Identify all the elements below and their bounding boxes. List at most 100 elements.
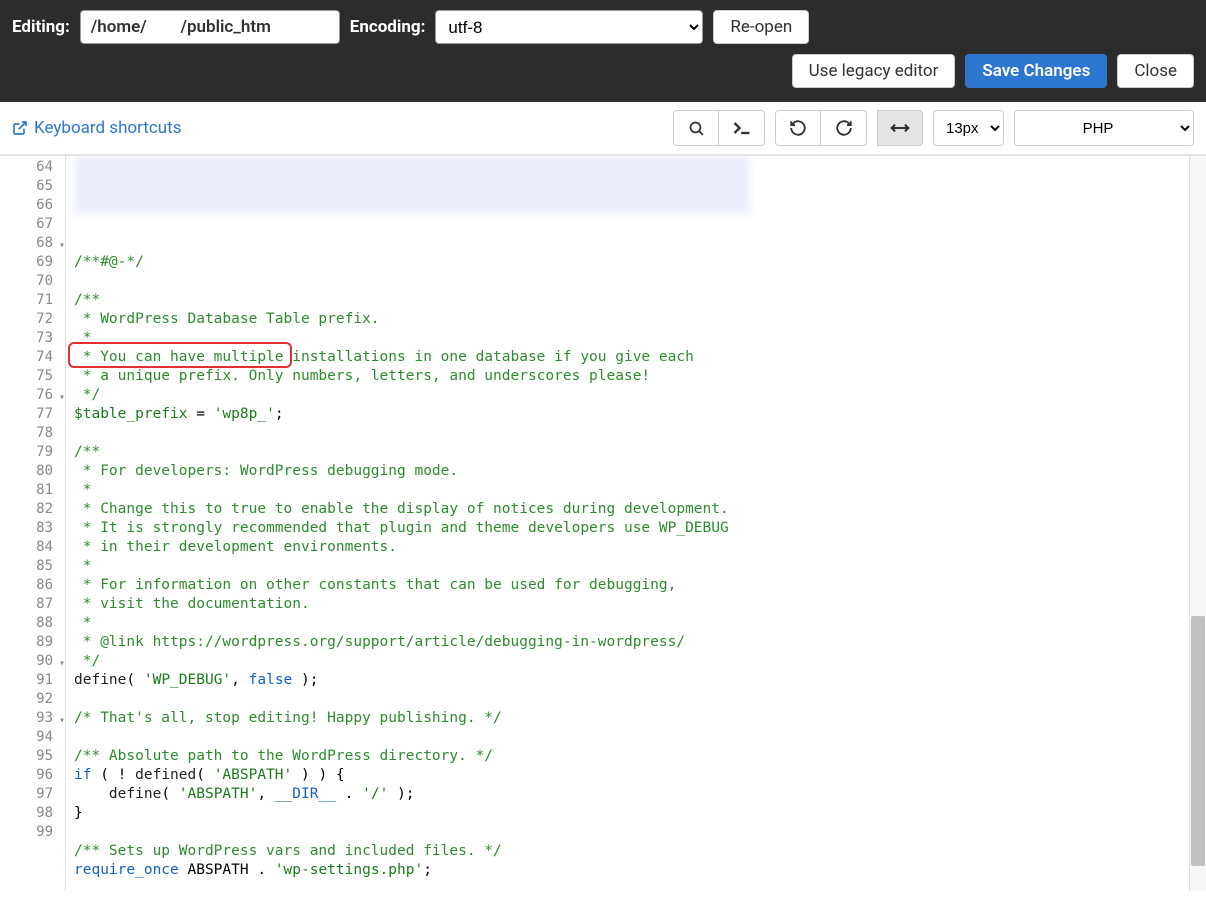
gutter-line: 90▾: [0, 652, 65, 671]
search-button[interactable]: [673, 110, 719, 146]
editing-label: Editing:: [12, 17, 70, 37]
gutter-line: 86: [0, 576, 65, 595]
gutter-line: 67: [0, 215, 65, 234]
vertical-scrollbar[interactable]: [1189, 156, 1206, 891]
line-gutter: 6465666768▾6970717273747576▾777879808182…: [0, 156, 66, 891]
file-path-input[interactable]: [80, 10, 340, 44]
code-line[interactable]: define( 'ABSPATH', __DIR__ . '/' );: [66, 785, 1189, 804]
code-line[interactable]: * WordPress Database Table prefix.: [66, 310, 1189, 329]
gutter-line: 89: [0, 633, 65, 652]
gutter-line: 77: [0, 405, 65, 424]
code-line[interactable]: *: [66, 481, 1189, 500]
language-select[interactable]: PHP: [1014, 110, 1194, 146]
code-line[interactable]: */: [66, 652, 1189, 671]
gutter-line: 91: [0, 671, 65, 690]
search-group: [673, 110, 765, 146]
prompt-icon: [732, 121, 752, 135]
gutter-line: 87: [0, 595, 65, 614]
code-line[interactable]: $table_prefix = 'wp8p_';: [66, 405, 1189, 424]
keyboard-shortcuts-label: Keyboard shortcuts: [34, 118, 181, 138]
gutter-line: 99: [0, 823, 65, 842]
code-line[interactable]: * For developers: WordPress debugging mo…: [66, 462, 1189, 481]
save-changes-button[interactable]: Save Changes: [965, 54, 1107, 88]
code-line[interactable]: /**: [66, 291, 1189, 310]
code-line[interactable]: }: [66, 804, 1189, 823]
gutter-line: 94: [0, 728, 65, 747]
wrap-icon: [890, 121, 910, 135]
gutter-line: 83: [0, 519, 65, 538]
wrap-group: [877, 110, 923, 146]
code-line[interactable]: * For information on other constants tha…: [66, 576, 1189, 595]
wrap-toggle-button[interactable]: [877, 110, 923, 146]
encoding-label: Encoding:: [350, 17, 426, 37]
gutter-line: 68▾: [0, 234, 65, 253]
code-line[interactable]: * visit the documentation.: [66, 595, 1189, 614]
gutter-line: 72: [0, 310, 65, 329]
gutter-line: 70: [0, 272, 65, 291]
gutter-line: 75: [0, 367, 65, 386]
code-line[interactable]: * Change this to true to enable the disp…: [66, 500, 1189, 519]
encoding-select[interactable]: utf-8: [435, 10, 703, 44]
search-icon: [688, 120, 705, 137]
gutter-line: 71: [0, 291, 65, 310]
code-content[interactable]: /**#@-*/ /** * WordPress Database Table p…: [66, 156, 1189, 891]
code-line[interactable]: define( 'WP_DEBUG', false );: [66, 671, 1189, 690]
editor-area: 6465666768▾6970717273747576▾777879808182…: [0, 155, 1206, 891]
gutter-line: 66: [0, 196, 65, 215]
code-line[interactable]: * a unique prefix. Only numbers, letters…: [66, 367, 1189, 386]
code-line[interactable]: /** Absolute path to the WordPress direc…: [66, 747, 1189, 766]
code-line[interactable]: * You can have multiple installations in…: [66, 348, 1189, 367]
gutter-line: 98: [0, 804, 65, 823]
gutter-line: 96: [0, 766, 65, 785]
code-line[interactable]: /**#@-*/: [66, 253, 1189, 272]
code-line[interactable]: [66, 424, 1189, 443]
code-line[interactable]: /* That's all, stop editing! Happy publi…: [66, 709, 1189, 728]
redo-button[interactable]: [821, 110, 867, 146]
gutter-line: 93▾: [0, 709, 65, 728]
console-button[interactable]: [719, 110, 765, 146]
code-line[interactable]: *: [66, 614, 1189, 633]
code-line[interactable]: [66, 272, 1189, 291]
undo-button[interactable]: [775, 110, 821, 146]
gutter-line: 85: [0, 557, 65, 576]
code-line[interactable]: [66, 215, 1189, 234]
close-button[interactable]: Close: [1117, 54, 1194, 88]
external-link-icon: [12, 120, 28, 136]
history-group: [775, 110, 867, 146]
redo-icon: [835, 119, 853, 137]
code-line[interactable]: [66, 234, 1189, 253]
code-line[interactable]: */: [66, 386, 1189, 405]
code-line[interactable]: if ( ! defined( 'ABSPATH' ) ) {: [66, 766, 1189, 785]
gutter-line: 78: [0, 424, 65, 443]
reopen-button[interactable]: Re-open: [713, 10, 809, 44]
legacy-editor-button[interactable]: Use legacy editor: [792, 54, 956, 88]
gutter-line: 97: [0, 785, 65, 804]
code-line[interactable]: * in their development environments.: [66, 538, 1189, 557]
keyboard-shortcuts-link[interactable]: Keyboard shortcuts: [12, 118, 181, 138]
gutter-line: 65: [0, 177, 65, 196]
gutter-line: 92: [0, 690, 65, 709]
undo-icon: [789, 119, 807, 137]
code-line[interactable]: *: [66, 557, 1189, 576]
code-line[interactable]: [66, 880, 1189, 891]
code-line[interactable]: * @link https://wordpress.org/support/ar…: [66, 633, 1189, 652]
gutter-line: 88: [0, 614, 65, 633]
editor-toolbar: Keyboard shortcuts: [0, 102, 1206, 155]
header-bar: Editing: Encoding: utf-8 Re-open Use leg…: [0, 0, 1206, 102]
gutter-line: 84: [0, 538, 65, 557]
code-line[interactable]: [66, 823, 1189, 842]
gutter-line: 69: [0, 253, 65, 272]
gutter-line: 79: [0, 443, 65, 462]
code-line[interactable]: [66, 728, 1189, 747]
code-line[interactable]: require_once ABSPATH . 'wp-settings.php'…: [66, 861, 1189, 880]
gutter-line: 81: [0, 481, 65, 500]
font-size-select[interactable]: 13px: [933, 110, 1004, 146]
gutter-line: 76▾: [0, 386, 65, 405]
gutter-line: 74: [0, 348, 65, 367]
code-line[interactable]: [66, 690, 1189, 709]
code-line[interactable]: /** Sets up WordPress vars and included …: [66, 842, 1189, 861]
code-line[interactable]: *: [66, 329, 1189, 348]
code-line[interactable]: * It is strongly recommended that plugin…: [66, 519, 1189, 538]
code-line[interactable]: /**: [66, 443, 1189, 462]
scrollbar-thumb[interactable]: [1191, 616, 1205, 866]
